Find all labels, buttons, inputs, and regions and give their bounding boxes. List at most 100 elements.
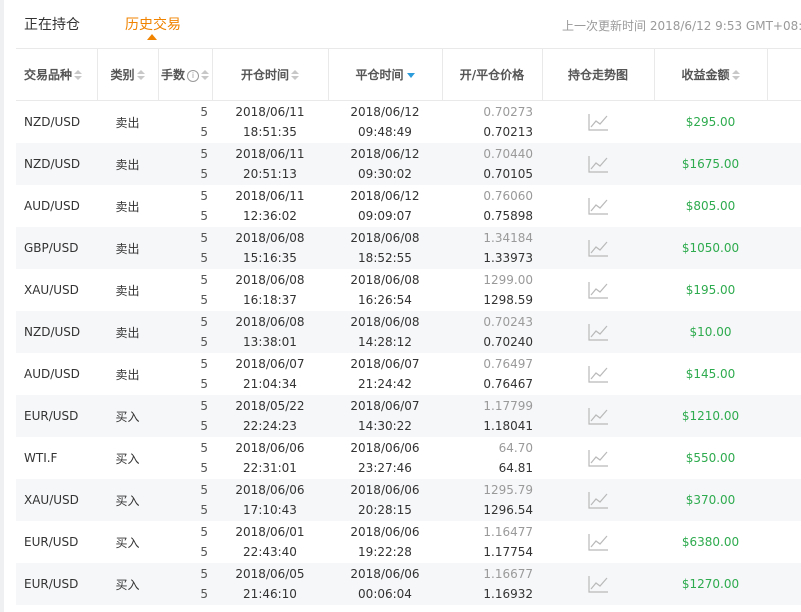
close-clock: 23:27:46	[358, 461, 412, 475]
cell-symbol: NZD/USD	[24, 115, 81, 129]
cell-lots: 5 5	[158, 185, 212, 227]
trend-chart-icon[interactable]	[587, 364, 609, 384]
header-chart: 持仓走势图	[542, 48, 655, 101]
open-date: 2018/06/01	[235, 525, 305, 539]
header-symbol[interactable]: 交易品种	[16, 48, 98, 101]
cell-open-time: 2018/06/07 21:04:34	[212, 353, 328, 395]
lots-close: 5	[200, 125, 208, 139]
close-price: 0.70240	[483, 335, 533, 349]
cell-open-time: 2018/06/08 13:38:01	[212, 311, 328, 353]
open-price: 64.70	[498, 441, 533, 455]
header-pnl-label: 收益金额	[681, 68, 730, 82]
table-row[interactable]: NZD/USD 卖出 5 5 2018/06/11 20:51:13 2018/…	[16, 143, 801, 185]
open-price: 0.70440	[483, 147, 533, 161]
trend-chart-icon[interactable]	[587, 196, 609, 216]
table-row[interactable]: WTI.F 买入 5 5 2018/06/06 22:31:01 2018/06…	[16, 437, 801, 479]
sort-icon[interactable]	[74, 70, 83, 81]
cell-side: 卖出	[115, 283, 140, 298]
cell-price: 0.70440 0.70105	[442, 143, 542, 185]
close-date: 2018/06/06	[350, 567, 420, 581]
info-icon[interactable]: i	[187, 69, 199, 82]
trend-chart-icon[interactable]	[587, 574, 609, 594]
sort-icon[interactable]	[291, 70, 299, 81]
cell-side: 买入	[115, 451, 140, 466]
table-row[interactable]: EUR/USD 买入 5 5 2018/05/22 22:24:23 2018/…	[16, 395, 801, 437]
lots-open: 5	[200, 273, 208, 287]
close-price: 1298.59	[483, 293, 533, 307]
trend-chart-icon[interactable]	[587, 532, 609, 552]
cell-lots: 5 5	[158, 437, 212, 479]
table-row[interactable]: NZD/USD 卖出 5 5 2018/06/08 13:38:01 2018/…	[16, 311, 801, 353]
tab-trade-history[interactable]: 历史交易	[125, 14, 181, 34]
table-row[interactable]: AUD/USD 卖出 5 5 2018/06/11 12:36:02 2018/…	[16, 185, 801, 227]
cell-spacer	[767, 437, 801, 479]
cell-price: 1.17799 1.18041	[442, 395, 542, 437]
trend-chart-icon[interactable]	[587, 238, 609, 258]
table-row[interactable]: GBP/USD 卖出 5 5 2018/06/08 15:16:35 2018/…	[16, 227, 801, 269]
cell-lots: 5 5	[158, 101, 212, 144]
cell-lots: 5 5	[158, 143, 212, 185]
cell-close-time: 2018/06/12 09:30:02	[328, 143, 442, 185]
cell-symbol: XAU/USD	[24, 283, 79, 297]
trend-chart-icon[interactable]	[587, 406, 609, 426]
cell-spacer	[767, 353, 801, 395]
cell-open-time: 2018/06/06 17:10:43	[212, 479, 328, 521]
lots-close: 5	[200, 419, 208, 433]
open-clock: 20:51:13	[243, 167, 297, 181]
lots-close: 5	[200, 461, 208, 475]
header-close-time[interactable]: 平仓时间	[328, 48, 443, 101]
trend-chart-icon[interactable]	[587, 280, 609, 300]
lots-open: 5	[200, 357, 208, 371]
trend-chart-icon[interactable]	[587, 490, 609, 510]
table-row[interactable]: XAU/USD 买入 5 5 2018/06/06 17:10:43 2018/…	[16, 479, 801, 521]
close-price: 64.81	[498, 461, 533, 475]
header-side[interactable]: 类别	[97, 48, 159, 101]
sort-icon[interactable]	[731, 70, 740, 81]
lots-close: 5	[200, 251, 208, 265]
cell-side: 买入	[97, 479, 158, 521]
lots-open: 5	[200, 441, 208, 455]
open-price: 1.16677	[483, 567, 533, 581]
open-clock: 13:38:01	[243, 335, 297, 349]
cell-symbol: NZD/USD	[16, 143, 97, 185]
trend-chart-icon[interactable]	[587, 322, 609, 342]
sort-icon[interactable]	[136, 70, 145, 81]
sort-icon[interactable]	[201, 70, 209, 81]
cell-pnl: $1210.00	[654, 395, 767, 437]
header-pnl[interactable]: 收益金额	[654, 48, 768, 101]
sort-descending-icon[interactable]	[406, 73, 415, 78]
header-open-time[interactable]: 开仓时间	[212, 48, 329, 101]
close-clock: 09:09:07	[358, 209, 412, 223]
open-clock: 12:36:02	[243, 209, 297, 223]
cell-chart	[542, 395, 654, 437]
cell-open-time: 2018/06/08 16:18:37	[212, 269, 328, 311]
close-price: 0.70213	[483, 125, 533, 139]
table-row[interactable]: XAU/USD 卖出 5 5 2018/06/08 16:18:37 2018/…	[16, 269, 801, 311]
cell-close-time: 2018/06/06 00:06:04	[328, 563, 442, 605]
header-side-label: 类别	[110, 68, 135, 82]
trend-chart-icon[interactable]	[587, 448, 609, 468]
active-tab-caret-icon	[147, 34, 157, 40]
trend-chart-icon[interactable]	[587, 112, 609, 132]
table-row[interactable]: EUR/USD 买入 5 5 2018/06/01 22:43:40 2018/…	[16, 521, 801, 563]
open-clock: 17:10:43	[243, 503, 297, 517]
cell-price: 0.70243 0.70240	[442, 311, 542, 353]
table-row[interactable]: AUD/USD 卖出 5 5 2018/06/07 21:04:34 2018/…	[16, 353, 801, 395]
cell-close-time: 2018/06/08 16:26:54	[328, 269, 442, 311]
cell-close-time: 2018/06/12 09:48:49	[328, 101, 442, 144]
cell-pnl: $6380.00	[681, 535, 740, 549]
table-row[interactable]: EUR/USD 买入 5 5 2018/06/05 21:46:10 2018/…	[16, 563, 801, 605]
cell-price: 0.70273 0.70213	[442, 101, 542, 144]
header-lots[interactable]: 手数 i	[158, 48, 213, 101]
open-clock: 22:31:01	[243, 461, 297, 475]
trend-chart-icon[interactable]	[587, 154, 609, 174]
cell-close-time: 2018/06/06 19:22:28	[328, 521, 442, 563]
open-date: 2018/06/05	[235, 567, 305, 581]
open-clock: 18:51:35	[243, 125, 297, 139]
tab-open-positions[interactable]: 正在持仓	[24, 14, 80, 34]
open-clock: 15:16:35	[243, 251, 297, 265]
open-date: 2018/06/08	[235, 315, 305, 329]
cell-symbol: EUR/USD	[24, 535, 79, 549]
header-open-time-label: 开仓时间	[240, 68, 289, 82]
table-row[interactable]: NZD/USD 卖出 5 5 2018/06/11 18:51:35 2018/…	[16, 101, 801, 144]
